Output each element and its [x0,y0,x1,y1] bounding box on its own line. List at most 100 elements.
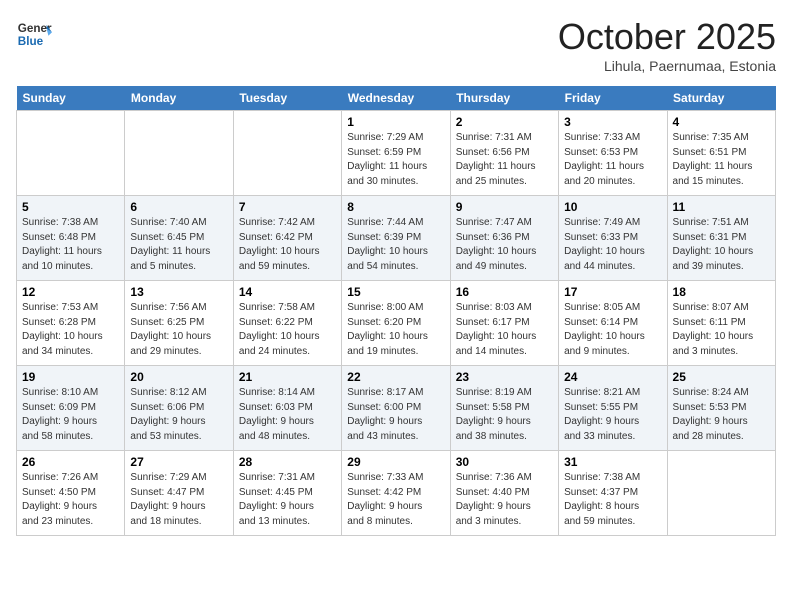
day-number: 10 [564,200,661,214]
day-number: 8 [347,200,444,214]
day-header-friday: Friday [559,86,667,111]
calendar-cell: 9 Sunrise: 7:47 AM Sunset: 6:36 PM Daylig… [450,196,558,281]
day-info: Sunrise: 7:31 AM Sunset: 4:45 PM Dayligh… [239,471,336,529]
day-header-tuesday: Tuesday [233,86,341,111]
day-info: Sunrise: 8:03 AM Sunset: 6:17 PM Dayligh… [456,301,553,359]
day-number: 21 [239,370,336,384]
calendar-cell: 28 Sunrise: 7:31 AM Sunset: 4:45 PM Dayli… [233,451,341,536]
day-number: 6 [130,200,227,214]
title-block: October 2025 Lihula, Paernumaa, Estonia [558,16,776,74]
page-header: General Blue October 2025 Lihula, Paernu… [16,16,776,74]
day-info: Sunrise: 7:33 AM Sunset: 4:42 PM Dayligh… [347,471,444,529]
day-header-wednesday: Wednesday [342,86,450,111]
day-number: 9 [456,200,553,214]
day-info: Sunrise: 8:24 AM Sunset: 5:53 PM Dayligh… [673,386,770,444]
calendar-cell: 4Sunrise: 7:35 AM Sunset: 6:51 PM Daylig… [667,111,775,196]
calendar-header-row: SundayMondayTuesdayWednesdayThursdayFrid… [17,86,776,111]
day-number: 22 [347,370,444,384]
calendar-cell: 5 Sunrise: 7:38 AM Sunset: 6:48 PM Daylig… [17,196,125,281]
day-number: 19 [22,370,119,384]
calendar-cell: 29 Sunrise: 7:33 AM Sunset: 4:42 PM Dayli… [342,451,450,536]
day-header-sunday: Sunday [17,86,125,111]
day-info: Sunrise: 8:10 AM Sunset: 6:09 PM Dayligh… [22,386,119,444]
calendar-week-2: 5 Sunrise: 7:38 AM Sunset: 6:48 PM Daylig… [17,196,776,281]
day-info: Sunrise: 8:00 AM Sunset: 6:20 PM Dayligh… [347,301,444,359]
calendar-cell [17,111,125,196]
location: Lihula, Paernumaa, Estonia [558,58,776,74]
calendar-cell: 11 Sunrise: 7:51 AM Sunset: 6:31 PM Dayli… [667,196,775,281]
calendar-cell [125,111,233,196]
calendar-cell: 22 Sunrise: 8:17 AM Sunset: 6:00 PM Dayli… [342,366,450,451]
day-number: 29 [347,455,444,469]
day-info: Sunrise: 7:36 AM Sunset: 4:40 PM Dayligh… [456,471,553,529]
day-info: Sunrise: 7:47 AM Sunset: 6:36 PM Dayligh… [456,216,553,274]
day-number: 31 [564,455,661,469]
calendar-cell: 12 Sunrise: 7:53 AM Sunset: 6:28 PM Dayli… [17,281,125,366]
day-number: 14 [239,285,336,299]
day-info: Sunrise: 7:44 AM Sunset: 6:39 PM Dayligh… [347,216,444,274]
day-number: 24 [564,370,661,384]
calendar-week-3: 12 Sunrise: 7:53 AM Sunset: 6:28 PM Dayli… [17,281,776,366]
day-number: 30 [456,455,553,469]
calendar-week-1: 1Sunrise: 7:29 AM Sunset: 6:59 PM Daylig… [17,111,776,196]
day-number: 23 [456,370,553,384]
day-info: Sunrise: 7:53 AM Sunset: 6:28 PM Dayligh… [22,301,119,359]
day-number: 12 [22,285,119,299]
day-info: Sunrise: 8:19 AM Sunset: 5:58 PM Dayligh… [456,386,553,444]
calendar-cell: 23 Sunrise: 8:19 AM Sunset: 5:58 PM Dayli… [450,366,558,451]
calendar-cell [667,451,775,536]
calendar-cell: 16 Sunrise: 8:03 AM Sunset: 6:17 PM Dayli… [450,281,558,366]
day-header-thursday: Thursday [450,86,558,111]
day-info: Sunrise: 8:07 AM Sunset: 6:11 PM Dayligh… [673,301,770,359]
calendar-cell: 31Sunrise: 7:38 AM Sunset: 4:37 PM Dayli… [559,451,667,536]
day-number: 17 [564,285,661,299]
logo: General Blue [16,16,52,52]
day-number: 4 [673,115,770,129]
calendar-cell: 19 Sunrise: 8:10 AM Sunset: 6:09 PM Dayli… [17,366,125,451]
calendar-cell: 15 Sunrise: 8:00 AM Sunset: 6:20 PM Dayli… [342,281,450,366]
calendar-cell: 14 Sunrise: 7:58 AM Sunset: 6:22 PM Dayli… [233,281,341,366]
day-number: 7 [239,200,336,214]
day-info: Sunrise: 8:05 AM Sunset: 6:14 PM Dayligh… [564,301,661,359]
day-number: 27 [130,455,227,469]
day-number: 15 [347,285,444,299]
calendar-cell: 7 Sunrise: 7:42 AM Sunset: 6:42 PM Daylig… [233,196,341,281]
calendar-week-4: 19 Sunrise: 8:10 AM Sunset: 6:09 PM Dayli… [17,366,776,451]
day-info: Sunrise: 7:56 AM Sunset: 6:25 PM Dayligh… [130,301,227,359]
day-info: Sunrise: 7:51 AM Sunset: 6:31 PM Dayligh… [673,216,770,274]
day-info: Sunrise: 7:38 AM Sunset: 6:48 PM Dayligh… [22,216,119,274]
day-number: 26 [22,455,119,469]
calendar-table: SundayMondayTuesdayWednesdayThursdayFrid… [16,86,776,536]
day-info: Sunrise: 7:58 AM Sunset: 6:22 PM Dayligh… [239,301,336,359]
day-number: 18 [673,285,770,299]
logo-icon: General Blue [16,16,52,52]
day-number: 28 [239,455,336,469]
day-number: 25 [673,370,770,384]
day-number: 3 [564,115,661,129]
day-info: Sunrise: 7:42 AM Sunset: 6:42 PM Dayligh… [239,216,336,274]
day-number: 20 [130,370,227,384]
month-title: October 2025 [558,16,776,58]
calendar-cell: 25 Sunrise: 8:24 AM Sunset: 5:53 PM Dayli… [667,366,775,451]
calendar-cell: 10 Sunrise: 7:49 AM Sunset: 6:33 PM Dayli… [559,196,667,281]
day-header-saturday: Saturday [667,86,775,111]
day-number: 16 [456,285,553,299]
calendar-cell: 20 Sunrise: 8:12 AM Sunset: 6:06 PM Dayli… [125,366,233,451]
day-info: Sunrise: 7:33 AM Sunset: 6:53 PM Dayligh… [564,131,661,189]
calendar-cell: 21Sunrise: 8:14 AM Sunset: 6:03 PM Dayli… [233,366,341,451]
calendar-cell: 24 Sunrise: 8:21 AM Sunset: 5:55 PM Dayli… [559,366,667,451]
day-header-monday: Monday [125,86,233,111]
day-info: Sunrise: 7:26 AM Sunset: 4:50 PM Dayligh… [22,471,119,529]
day-info: Sunrise: 8:21 AM Sunset: 5:55 PM Dayligh… [564,386,661,444]
day-number: 11 [673,200,770,214]
day-info: Sunrise: 8:17 AM Sunset: 6:00 PM Dayligh… [347,386,444,444]
calendar-cell: 6Sunrise: 7:40 AM Sunset: 6:45 PM Daylig… [125,196,233,281]
calendar-cell: 8 Sunrise: 7:44 AM Sunset: 6:39 PM Daylig… [342,196,450,281]
day-number: 5 [22,200,119,214]
day-info: Sunrise: 8:12 AM Sunset: 6:06 PM Dayligh… [130,386,227,444]
day-info: Sunrise: 7:49 AM Sunset: 6:33 PM Dayligh… [564,216,661,274]
day-number: 1 [347,115,444,129]
day-info: Sunrise: 7:31 AM Sunset: 6:56 PM Dayligh… [456,131,553,189]
calendar-cell: 17 Sunrise: 8:05 AM Sunset: 6:14 PM Dayli… [559,281,667,366]
calendar-cell: 2Sunrise: 7:31 AM Sunset: 6:56 PM Daylig… [450,111,558,196]
